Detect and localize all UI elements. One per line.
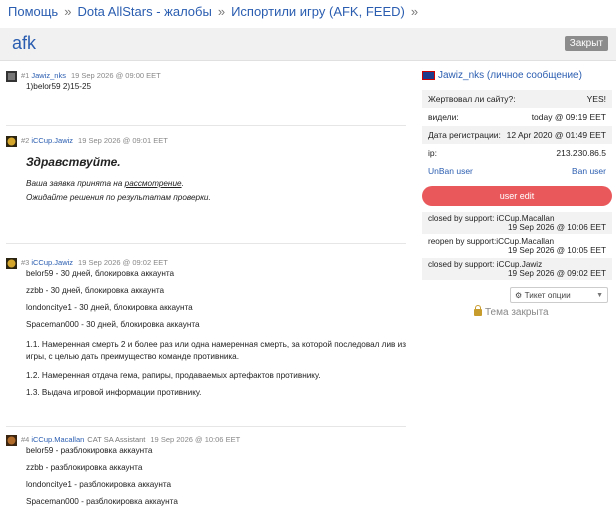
- post-author[interactable]: Jawiz_nks: [31, 71, 66, 80]
- user-sidebar: Jawiz_nks (личное сообщение) Жертвовал л…: [422, 68, 612, 318]
- post-text: belor59 - 30 дней, блокировка аккаунта: [26, 269, 175, 278]
- post-text: 1.3. Выдача игровой информации противник…: [26, 388, 202, 397]
- post-text-part: .: [181, 179, 184, 188]
- post-text: Ваша заявка принята на рассмотрение.: [26, 179, 406, 188]
- avatar-icon: [6, 257, 17, 269]
- post-divider: [6, 426, 406, 427]
- post-author[interactable]: iCCup.Jawiz: [31, 258, 73, 267]
- post-divider: [6, 125, 406, 126]
- topic-closed-note: Тема закрыта: [474, 304, 612, 318]
- breadcrumb-separator: »: [64, 4, 72, 19]
- post-text: zzbb - разблокировка аккаунта: [26, 463, 143, 472]
- info-value: 213.230.86.5: [556, 148, 606, 158]
- info-label: ip:: [428, 148, 437, 158]
- post-date: 19 Sep 2026 @ 09:02 EET: [78, 258, 168, 267]
- post-date: 19 Sep 2026 @ 09:01 EET: [78, 136, 168, 145]
- post-text: 1.2. Намеренная отдача гема, рапиры, про…: [26, 371, 321, 380]
- post: #2 iCCup.Jawiz 19 Sep 2026 @ 09:01 EET Здр…: [6, 135, 406, 202]
- log-item: closed by support: iCCup.Jawiz 19 Sep 20…: [422, 258, 612, 281]
- post-number: #4: [21, 435, 30, 444]
- post-text: zzbb - 30 дней, блокировка аккаунта: [26, 286, 165, 295]
- post-author-role: CAT SA Assistant: [87, 435, 146, 444]
- log-text: reopen by support:iCCup.Macallan: [428, 237, 555, 246]
- post-body: belor59 - разблокировка аккаунта zzbb - …: [6, 446, 406, 506]
- post-text: londoncitye1 - 30 дней, блокировка аккау…: [26, 303, 193, 312]
- post-meta: #3 iCCup.Jawiz 19 Sep 2026 @ 09:02 EET: [6, 257, 406, 269]
- post-text-part: Ваша заявка принята на: [26, 179, 125, 188]
- info-row-seen: видели: today @ 09:19 EET: [422, 108, 612, 126]
- info-label: видели:: [428, 112, 459, 122]
- post-text: belor59 - разблокировка аккаунта: [26, 446, 153, 455]
- info-row-registered: Дата регистрации: 12 Apr 2020 @ 01:49 EE…: [422, 126, 612, 144]
- breadcrumb-dota-complaints[interactable]: Dota AllStars - жалобы: [77, 4, 211, 19]
- log-item: closed by support: iCCup.Macallan 19 Sep…: [422, 212, 612, 235]
- post-number: #3: [21, 258, 30, 267]
- log-text: closed by support: iCCup.Jawiz: [428, 260, 543, 269]
- post-heading: Здравствуйте.: [26, 155, 121, 169]
- sidebar-user: Jawiz_nks (личное сообщение): [422, 68, 612, 84]
- closed-badge: Закрыт: [564, 36, 608, 51]
- post-author[interactable]: iCCup.Jawiz: [31, 136, 73, 145]
- post-text: 1.1. Намеренная смерть 2 и более раз или…: [26, 340, 406, 361]
- log-date: 19 Sep 2026 @ 09:02 EET: [508, 269, 606, 278]
- ticket-log: closed by support: iCCup.Macallan 19 Sep…: [422, 212, 612, 281]
- post-body: belor59 - 30 дней, блокировка аккаунта z…: [6, 269, 406, 397]
- post-body: Здравствуйте. Ваша заявка принята на рас…: [6, 147, 406, 202]
- log-text: closed by support: iCCup.Macallan: [428, 214, 555, 223]
- breadcrumb-separator: »: [410, 4, 419, 19]
- post-body: 1)belor59 2)15-25: [6, 82, 406, 91]
- avatar-icon: [6, 434, 17, 446]
- log-date: 19 Sep 2026 @ 10:05 EET: [508, 246, 606, 255]
- post-number: #2: [21, 136, 30, 145]
- post-meta: #1 Jawiz_nks 19 Sep 2026 @ 09:00 EET: [6, 70, 406, 82]
- post-date: 19 Sep 2026 @ 09:00 EET: [70, 71, 161, 80]
- info-label: Жертвовал ли сайту?:: [428, 94, 516, 104]
- post: #1 Jawiz_nks 19 Sep 2026 @ 09:00 EET 1)bel…: [6, 70, 406, 91]
- log-item: reopen by support:iCCup.Macallan 19 Sep …: [422, 235, 612, 258]
- review-link[interactable]: рассмотрение: [125, 179, 182, 188]
- info-value: 12 Apr 2020 @ 01:49 EET: [506, 130, 606, 140]
- breadcrumb-ruined-game[interactable]: Испортили игру (AFK, FEED): [231, 4, 405, 19]
- breadcrumb-separator: »: [217, 4, 226, 19]
- user-edit-button[interactable]: user edit: [422, 186, 612, 206]
- info-row-ip: ip: 213.230.86.5: [422, 144, 612, 162]
- info-value: YES!: [586, 94, 606, 104]
- topic-closed-text: Тема закрыта: [485, 307, 549, 318]
- lock-icon: [474, 304, 482, 316]
- ban-links: UnBan user Ban user: [422, 162, 612, 180]
- post-number: #1: [21, 71, 30, 80]
- post-divider: [6, 243, 406, 244]
- info-row-donated: Жертвовал ли сайту?: YES!: [422, 90, 612, 108]
- info-label: Дата регистрации:: [428, 130, 501, 140]
- topic-header: afk Закрыт: [0, 28, 616, 61]
- avatar-icon: [6, 135, 17, 147]
- log-date: 19 Sep 2026 @ 10:06 EET: [508, 223, 606, 232]
- ticket-options-label: Тикет опции: [524, 291, 571, 300]
- post-text: Spaceman000 - 30 дней, блокировка аккаун…: [26, 320, 200, 329]
- post: #4 iCCup.Macallan CAT SA Assistant 19 Sep 2…: [6, 434, 406, 506]
- post-meta: #2 iCCup.Jawiz 19 Sep 2026 @ 09:01 EET: [6, 135, 406, 147]
- post-text: 1)belor59 2)15-25: [26, 82, 92, 91]
- post-text: londoncitye1 - разблокировка аккаунта: [26, 480, 172, 489]
- ticket-options-select[interactable]: ⚙ Тикет опции ▼: [510, 287, 608, 303]
- flag-icon: [422, 70, 435, 80]
- chevron-down-icon: ▼: [596, 292, 603, 299]
- post-text: Ожидайте решения по результатам проверки…: [26, 193, 211, 202]
- post-text: Spaceman000 - разблокировка аккаунта: [26, 497, 178, 506]
- topic-title: afk: [12, 33, 37, 53]
- post-date: 19 Sep 2026 @ 10:06 EET: [150, 435, 241, 444]
- breadcrumb-help[interactable]: Помощь: [8, 4, 58, 19]
- user-pm-link[interactable]: Jawiz_nks (личное сообщение): [438, 70, 582, 81]
- avatar-icon: [6, 70, 17, 82]
- post: #3 iCCup.Jawiz 19 Sep 2026 @ 09:02 EET bel…: [6, 257, 406, 397]
- unban-user-link[interactable]: UnBan user: [428, 162, 473, 180]
- ban-user-link[interactable]: Ban user: [572, 162, 606, 180]
- post-author[interactable]: iCCup.Macallan: [31, 435, 84, 444]
- info-value: today @ 09:19 EET: [531, 112, 606, 122]
- post-meta: #4 iCCup.Macallan CAT SA Assistant 19 Sep 2…: [6, 434, 406, 446]
- breadcrumb: Помощь » Dota AllStars - жалобы » Испортили …: [8, 4, 424, 19]
- gear-icon: ⚙: [515, 291, 523, 300]
